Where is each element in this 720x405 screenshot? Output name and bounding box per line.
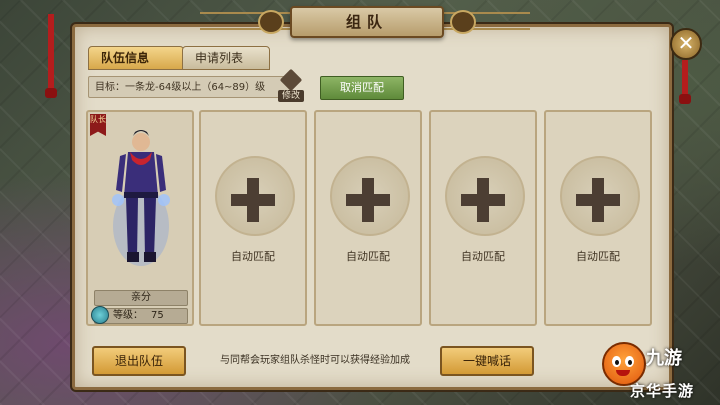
close-button[interactable]: ✕: [670, 28, 702, 60]
empty-slot-4[interactable]: 自动匹配: [544, 110, 652, 326]
auto-match-label: 自动匹配: [346, 250, 390, 263]
level-label: 等级：: [113, 310, 143, 321]
plus-icon-vertical: [247, 178, 259, 222]
cloud-ornament-left: [258, 10, 284, 34]
level-value: 75: [151, 310, 164, 321]
team-target-text: 目标：一条龙-64级以上（64~89）级: [88, 76, 292, 98]
leader-name: 亲分: [94, 290, 188, 306]
pencil-icon: [279, 68, 303, 92]
tab-apply-list[interactable]: 申请列表: [182, 46, 270, 70]
empty-slot-2[interactable]: 自动匹配: [314, 110, 422, 326]
leader-member-card[interactable]: 队长 亲分 等级： 75: [86, 110, 194, 326]
window-title: 组队: [290, 6, 444, 38]
auto-match-label: 自动匹配: [231, 250, 275, 263]
watermark-sub: 京华手游: [630, 382, 695, 400]
level-badge-icon: [91, 306, 109, 324]
edit-target-button[interactable]: 修改: [276, 68, 306, 102]
auto-match-label: 自动匹配: [576, 250, 620, 263]
red-tassel-left: [45, 14, 57, 98]
empty-slot-3[interactable]: 自动匹配: [429, 110, 537, 326]
plus-icon-vertical: [592, 178, 604, 222]
site-watermark: 九游 京华手游: [600, 340, 718, 402]
edit-label: 修改: [278, 90, 304, 102]
auto-match-label: 自动匹配: [461, 250, 505, 263]
character-avatar: [112, 130, 170, 266]
leader-level: 等级： 75: [91, 306, 188, 324]
leader-badge: 队长: [90, 114, 106, 136]
empty-slot-1[interactable]: 自动匹配: [199, 110, 307, 326]
leave-team-button[interactable]: 退出队伍: [92, 346, 186, 376]
red-tassel-right: [679, 60, 691, 104]
plus-icon-vertical: [477, 178, 489, 222]
tab-team-info[interactable]: 队伍信息: [88, 46, 184, 70]
cancel-match-button[interactable]: 取消匹配: [320, 76, 404, 100]
close-icon: ✕: [677, 31, 695, 55]
shout-button[interactable]: 一键喊话: [440, 346, 534, 376]
bonus-tip: 与同帮会玩家组队杀怪时可以获得经验加成: [220, 355, 410, 366]
cloud-ornament-right: [450, 10, 476, 34]
watermark-brand: 九游: [646, 348, 682, 369]
plus-icon-vertical: [362, 178, 374, 222]
